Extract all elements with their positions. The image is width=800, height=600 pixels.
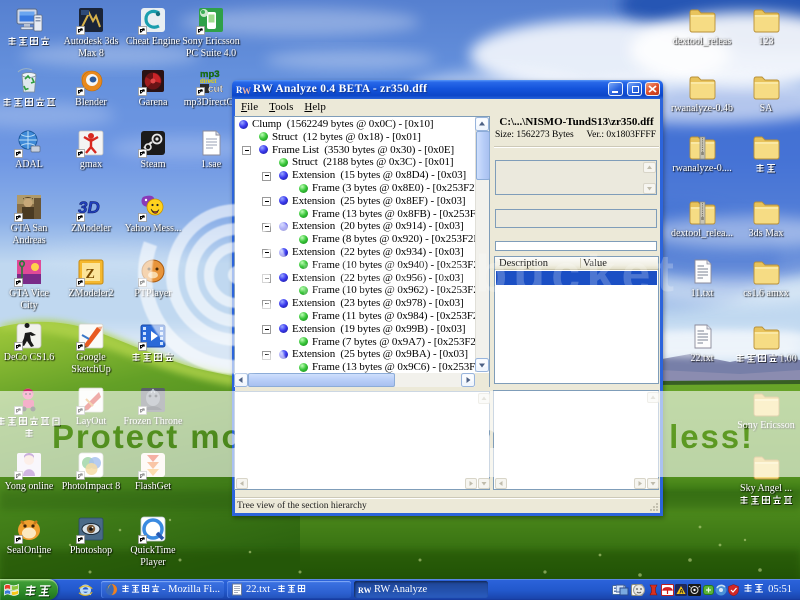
- svg-text:Z: Z: [86, 267, 95, 282]
- svg-text:RW: RW: [358, 586, 371, 595]
- svg-text:cut: cut: [208, 84, 224, 95]
- svg-text:A: A: [679, 590, 684, 596]
- svg-text:W: W: [242, 86, 251, 96]
